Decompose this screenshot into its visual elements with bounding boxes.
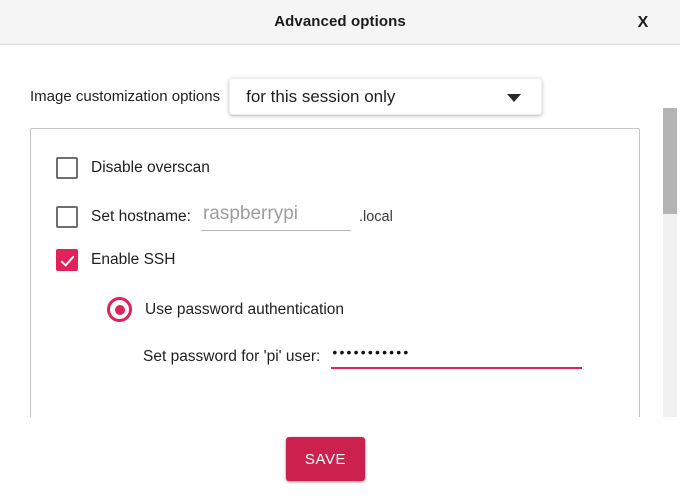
dialog-footer: SAVE xyxy=(0,417,680,500)
save-button[interactable]: SAVE xyxy=(286,437,365,481)
checkbox-disable-overscan[interactable] xyxy=(56,157,78,179)
checkbox-enable-ssh[interactable] xyxy=(56,249,78,271)
label-use-password-authentication: Use password authentication xyxy=(145,300,345,318)
advanced-options-dialog: Advanced options X Image customization o… xyxy=(0,0,680,500)
password-input[interactable]: ••••••••••• xyxy=(331,344,583,369)
close-icon[interactable]: X xyxy=(632,12,654,34)
chevron-down-icon xyxy=(507,94,522,102)
hostname-input[interactable]: raspberrypi xyxy=(200,203,351,231)
dialog-title: Advanced options xyxy=(274,13,406,30)
label-set-hostname: Set hostname: xyxy=(91,208,191,225)
option-row-set-hostname: Set hostname: raspberrypi .local xyxy=(56,203,393,231)
dialog-body: Image customization options for this ses… xyxy=(0,46,680,417)
option-row-disable-overscan: Disable overscan xyxy=(56,157,210,179)
image-customization-row: Image customization options for this ses… xyxy=(30,78,543,115)
password-masked-value: ••••••••••• xyxy=(332,344,411,360)
option-row-use-password-authentication: Use password authentication xyxy=(107,297,344,322)
option-row-enable-ssh: Enable SSH xyxy=(56,249,175,271)
label-enable-ssh: Enable SSH xyxy=(91,251,176,268)
select-selected-value: for this session only xyxy=(246,87,396,106)
hostname-placeholder: raspberrypi xyxy=(202,203,298,224)
image-customization-label: Image customization options xyxy=(30,88,221,105)
options-panel: Disable overscan Set hostname: raspberry… xyxy=(30,128,640,417)
hostname-suffix-label: .local xyxy=(358,209,393,225)
option-row-set-password: Set password for 'pi' user: ••••••••••• xyxy=(143,344,583,369)
checkbox-set-hostname[interactable] xyxy=(56,206,78,228)
dialog-titlebar: Advanced options X xyxy=(0,0,680,45)
vertical-scrollbar-track[interactable] xyxy=(663,108,677,417)
label-disable-overscan: Disable overscan xyxy=(91,159,210,176)
radio-use-password-authentication[interactable] xyxy=(107,297,132,322)
image-customization-select[interactable]: for this session only xyxy=(229,78,543,115)
vertical-scrollbar-thumb[interactable] xyxy=(663,108,677,214)
label-set-password: Set password for 'pi' user: xyxy=(143,348,321,365)
